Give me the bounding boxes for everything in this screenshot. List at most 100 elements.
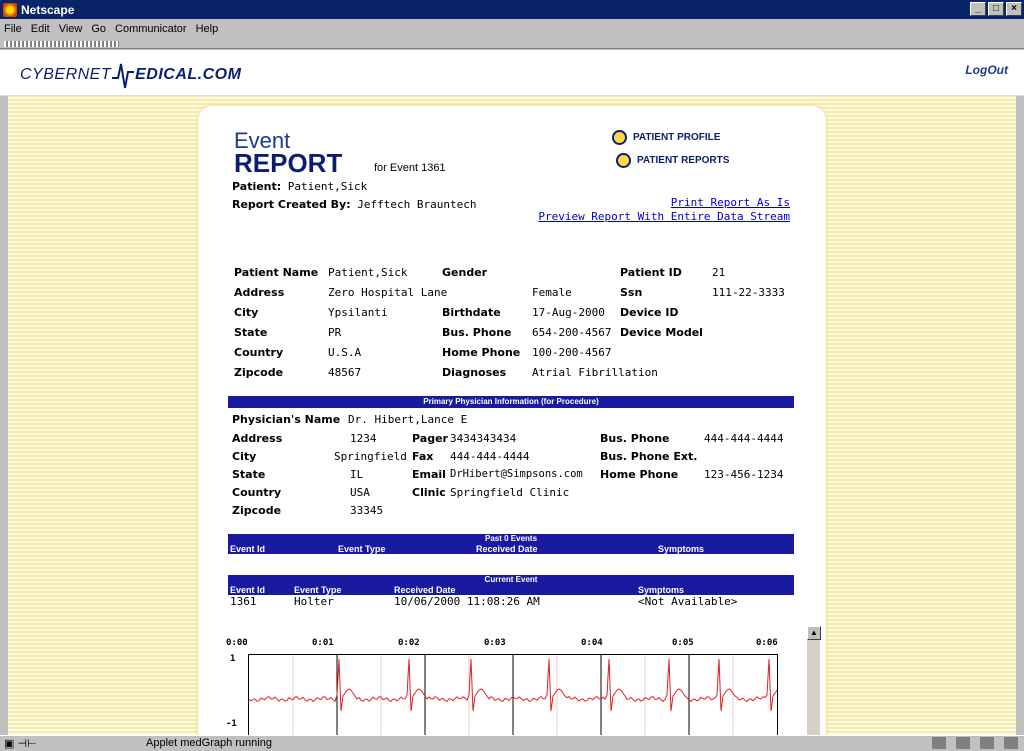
field-value: USA <box>350 486 370 499</box>
current-event-header: Current Event <box>228 575 794 585</box>
navigator-icon[interactable] <box>932 737 946 749</box>
field-label: City <box>232 450 257 463</box>
site-header: CYBERNET EDICAL.COM LogOut <box>0 50 1024 96</box>
field-label: Bus. Phone Ext. <box>600 450 698 463</box>
field-label: Country <box>232 486 282 499</box>
field-value: 21 <box>712 266 726 279</box>
current-event-columns: Event Id Event Type Received Date Sympto… <box>228 585 794 595</box>
time-tick: 0:06 <box>756 638 778 648</box>
time-tick: 0:04 <box>581 638 603 648</box>
left-gutter <box>0 96 8 735</box>
cell-event-type: Holter <box>294 595 334 608</box>
field-label: Home Phone <box>442 346 521 359</box>
field-value: 123-456-1234 <box>704 468 784 481</box>
field-label: State <box>232 468 266 481</box>
discussion-icon[interactable] <box>980 737 994 749</box>
netscape-icon <box>3 2 17 17</box>
nav-patient-reports[interactable]: PATIENT REPORTS <box>616 153 729 168</box>
logout-link[interactable]: LogOut <box>965 63 1008 77</box>
field-value: 48567 <box>328 366 362 379</box>
report-heading: Event REPORT <box>234 130 342 177</box>
column-header: Event Id <box>230 544 266 554</box>
field-label: Address <box>234 286 285 299</box>
field-label: Gender <box>442 266 488 279</box>
column-header: Received Date <box>394 585 456 595</box>
ecg-graph[interactable] <box>248 654 778 735</box>
created-by-label: Report Created By: <box>232 198 351 211</box>
column-header: Event Type <box>338 544 386 554</box>
field-label: Device ID <box>620 306 679 319</box>
field-label: Address <box>232 432 283 445</box>
menu-go[interactable]: Go <box>91 23 106 35</box>
field-label: Zipcode <box>234 366 284 379</box>
preview-report-link[interactable]: Preview Report With Entire Data Stream <box>538 210 790 223</box>
column-header: Event Id <box>230 585 266 595</box>
maximize-button[interactable]: □ <box>988 2 1004 16</box>
past-events-columns: Event Id Event Type Received Date Sympto… <box>228 544 794 554</box>
field-label: Fax <box>412 450 434 463</box>
toolbar-grip[interactable] <box>4 41 119 47</box>
field-label: Diagnoses <box>442 366 507 379</box>
field-value: PR <box>328 326 342 339</box>
field-value: 1234 <box>350 432 377 445</box>
graph-scrollbar[interactable]: ▲ <box>806 626 821 735</box>
field-label: Patient Name <box>234 266 319 279</box>
security-icon[interactable]: ▣ ⊣⊢ <box>4 737 37 750</box>
ecg-trace <box>248 655 778 735</box>
heartbeat-icon <box>112 63 135 89</box>
graph-y-top-label: 1 <box>230 654 236 664</box>
menu-communicator[interactable]: Communicator <box>115 23 187 35</box>
menu-file[interactable]: File <box>4 23 22 35</box>
field-label: Country <box>234 346 284 359</box>
field-label: Zipcode <box>232 504 282 517</box>
time-tick: 0:01 <box>312 638 334 648</box>
field-label: Bus. Phone <box>600 432 670 445</box>
field-value: 444-444-4444 <box>450 450 530 463</box>
physician-section-header: Primary Physician Information (for Proce… <box>228 396 794 408</box>
field-label: Bus. Phone <box>442 326 512 339</box>
menu-bar: File Edit View Go Communicator Help <box>0 19 1024 39</box>
page-scrollbar[interactable] <box>1016 96 1024 735</box>
minimize-button[interactable]: _ <box>970 2 986 16</box>
field-label: Home Phone <box>600 468 679 481</box>
field-value: Female <box>532 286 572 299</box>
field-value: 3434343434 <box>450 432 517 445</box>
page-viewport: Event REPORT for Event 1361 Patient: Pat… <box>8 96 1016 735</box>
cell-received-date: 10/06/2000 11:08:26 AM <box>394 595 540 608</box>
field-label: Physician's Name <box>232 413 341 426</box>
logo-text-b: EDICAL.COM <box>135 66 242 83</box>
field-value: 33345 <box>350 504 384 517</box>
mail-icon[interactable] <box>956 737 970 749</box>
field-value: Ypsilanti <box>328 306 388 319</box>
composer-icon[interactable] <box>1004 737 1018 749</box>
site-logo[interactable]: CYBERNET EDICAL.COM <box>20 60 241 90</box>
logo-text-a: CYBERNET <box>20 66 112 83</box>
nav-patient-profile[interactable]: PATIENT PROFILE <box>612 130 720 145</box>
component-bar <box>932 737 1018 749</box>
close-button[interactable]: × <box>1006 2 1022 16</box>
field-value: U.S.A <box>328 346 362 359</box>
field-value: Atrial Fibrillation <box>532 366 658 379</box>
report-card: Event REPORT for Event 1361 Patient: Pat… <box>198 106 826 735</box>
field-value: 654-200-4567 <box>532 326 612 339</box>
time-tick: 0:05 <box>672 638 694 648</box>
column-header: Symptoms <box>638 585 685 595</box>
print-report-link[interactable]: Print Report As Is <box>671 196 790 209</box>
menu-view[interactable]: View <box>59 23 83 35</box>
field-label: Patient ID <box>620 266 682 279</box>
window-titlebar: Netscape _ □ × <box>0 0 1024 19</box>
field-value: Patient,Sick <box>328 266 408 279</box>
field-label: Email <box>412 468 446 481</box>
field-value: Dr. Hibert,Lance E <box>348 413 468 426</box>
menu-edit[interactable]: Edit <box>31 23 50 35</box>
patient-line: Patient: Patient,Sick <box>232 180 367 193</box>
scroll-up-icon[interactable]: ▲ <box>807 626 821 640</box>
time-tick: 0:00 <box>226 638 248 648</box>
field-value: DrHibert@Simpsons.com <box>450 468 583 480</box>
menu-help[interactable]: Help <box>196 23 219 35</box>
field-label: Clinic <box>412 486 446 499</box>
column-header: Received Date <box>476 544 538 554</box>
circle-bullet-icon <box>612 130 627 145</box>
field-value: 100-200-4567 <box>532 346 612 359</box>
status-bar: ▣ ⊣⊢ Applet medGraph running <box>0 735 1024 751</box>
